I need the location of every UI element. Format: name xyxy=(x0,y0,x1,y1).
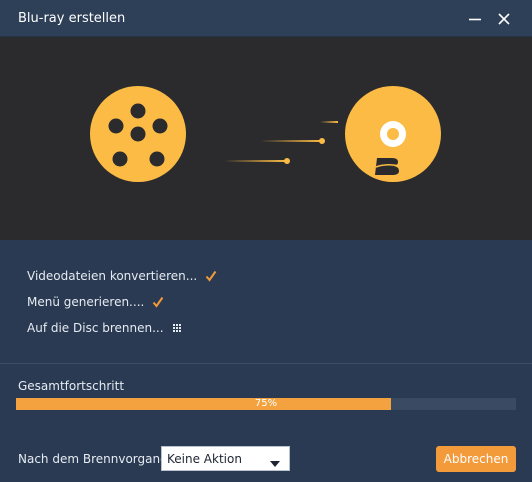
after-burn-select[interactable]: Keine Aktion xyxy=(161,446,290,471)
overall-progress-label: Gesamtfortschritt xyxy=(18,379,125,393)
progress-percent: 75% xyxy=(254,398,278,409)
step-burn: Auf die Disc brennen... xyxy=(27,318,182,338)
bluray-disc-icon xyxy=(345,86,441,182)
chevron-down-icon xyxy=(270,456,280,470)
minimize-icon xyxy=(469,18,481,21)
title-bar: Blu-ray erstellen xyxy=(0,0,532,37)
burn-animation-area xyxy=(0,37,532,240)
overall-progress-bar: 75% xyxy=(16,398,516,410)
step-label: Auf die Disc brennen... xyxy=(27,321,164,335)
motion-trail xyxy=(224,121,338,164)
step-label: Videodateien konvertieren... xyxy=(27,269,198,283)
close-button[interactable] xyxy=(493,8,515,30)
step-menu: Menü generieren.... xyxy=(27,292,164,312)
checkmark-icon xyxy=(152,296,164,308)
cancel-button[interactable]: Abbrechen xyxy=(436,446,516,472)
loading-dots-icon xyxy=(172,323,182,333)
after-burn-selected-value: Keine Aktion xyxy=(167,452,242,466)
step-label: Menü generieren.... xyxy=(27,295,145,309)
window-title: Blu-ray erstellen xyxy=(18,11,126,26)
film-reel-icon xyxy=(90,86,186,182)
minimize-button[interactable] xyxy=(464,8,486,30)
step-convert: Videodateien konvertieren... xyxy=(27,266,217,286)
burn-steps-list: Videodateien konvertieren... Menü generi… xyxy=(0,240,532,364)
after-burn-label: Nach dem Brennvorgang: xyxy=(18,452,172,466)
checkmark-icon xyxy=(205,270,217,282)
close-icon xyxy=(498,13,510,25)
